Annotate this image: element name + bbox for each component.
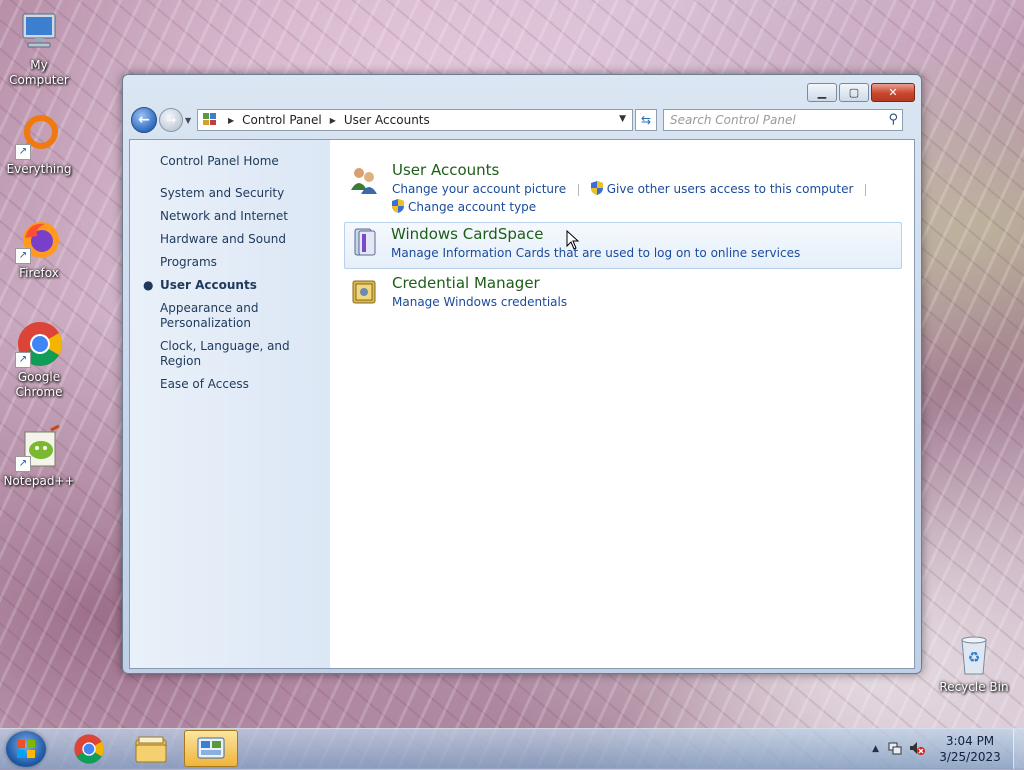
- item-title[interactable]: Credential Manager: [392, 273, 902, 293]
- category-system-and-security[interactable]: System and Security: [160, 186, 330, 201]
- divider: [865, 183, 867, 196]
- start-button[interactable]: [6, 731, 46, 767]
- recent-pages-dropdown[interactable]: ▼: [185, 116, 195, 125]
- refresh-button[interactable]: ⇆: [635, 109, 657, 131]
- category-network-and-internet[interactable]: Network and Internet: [160, 209, 330, 224]
- item-windows-cardspace[interactable]: Windows CardSpace Manage Information Car…: [344, 222, 902, 269]
- desktop-icon-recycle-bin[interactable]: ♻ Recycle Bin: [936, 630, 1012, 695]
- desktop-icon-label: My Computer: [9, 58, 69, 87]
- show-hidden-icons-icon[interactable]: ▲: [872, 744, 879, 754]
- folder-icon: [135, 736, 167, 762]
- control-panel-window: ▁ ▢ ✕ ← → ▼ ▶ Control Panel ▶ User Accou…: [122, 74, 922, 674]
- link-give-other-users-access[interactable]: Give other users access to this computer: [607, 182, 854, 196]
- category-programs[interactable]: Programs: [160, 255, 330, 270]
- computer-icon: [15, 8, 63, 56]
- control-panel-home-link[interactable]: Control Panel Home: [160, 154, 330, 168]
- back-button[interactable]: ←: [131, 107, 157, 133]
- everything-icon: ↗: [15, 112, 63, 160]
- content-area: Control Panel Home System and Security N…: [129, 139, 915, 669]
- link-change-account-type[interactable]: Change account type: [408, 200, 536, 214]
- chrome-icon: [74, 733, 104, 764]
- address-bar[interactable]: ▶ Control Panel ▶ User Accounts ▼: [197, 109, 633, 131]
- item-title[interactable]: User Accounts: [392, 160, 902, 180]
- back-arrow-icon: ←: [138, 112, 150, 128]
- clock-time: 3:04 PM: [945, 734, 995, 748]
- breadcrumb-separator-icon[interactable]: ▶: [228, 116, 234, 125]
- main-pane: User Accounts Change your account pictur…: [330, 140, 914, 668]
- notepadpp-icon: ↗: [15, 424, 63, 472]
- active-bullet-icon: ●: [143, 278, 154, 292]
- uac-shield-icon: [590, 181, 603, 195]
- desktop-icon-label: Notepad++: [3, 474, 75, 488]
- desktop-icon-my-computer[interactable]: My Computer: [1, 8, 77, 88]
- category-label: User Accounts: [160, 278, 257, 292]
- chrome-icon: ↗: [15, 320, 63, 368]
- left-navigation-pane: Control Panel Home System and Security N…: [130, 140, 330, 668]
- mouse-cursor-icon: [566, 229, 580, 250]
- search-icon[interactable]: ⚲: [888, 112, 898, 127]
- shortcut-arrow-icon: ↗: [15, 248, 31, 264]
- desktop-icon-label: Everything: [6, 162, 72, 176]
- desktop-icon-label: Recycle Bin: [939, 680, 1009, 694]
- link-change-account-picture[interactable]: Change your account picture: [392, 182, 566, 196]
- control-panel-icon: [202, 111, 218, 130]
- user-accounts-icon: [348, 164, 380, 196]
- desktop-icon-everything[interactable]: ↗ Everything: [1, 112, 77, 177]
- network-icon[interactable]: [887, 740, 903, 759]
- windows-logo-icon: [17, 740, 35, 758]
- maximize-icon: ▢: [848, 86, 860, 99]
- desktop-icon-label: Firefox: [19, 266, 59, 280]
- breadcrumb-user-accounts[interactable]: User Accounts: [344, 113, 430, 127]
- shortcut-arrow-icon: ↗: [15, 144, 31, 160]
- cardspace-icon: [349, 226, 381, 258]
- firefox-icon: ↗: [15, 216, 63, 264]
- divider: [577, 183, 579, 196]
- show-desktop-button[interactable]: [1013, 729, 1024, 769]
- search-input[interactable]: [670, 113, 870, 127]
- desktop-icon-notepad-plus-plus[interactable]: ↗ Notepad++: [1, 424, 77, 489]
- item-title[interactable]: Windows CardSpace: [391, 224, 897, 244]
- clock[interactable]: 3:04 PM 3/25/2023: [933, 733, 1007, 765]
- shortcut-arrow-icon: ↗: [15, 456, 31, 472]
- taskbar-explorer-button[interactable]: [124, 730, 178, 767]
- forward-arrow-icon: →: [165, 113, 177, 127]
- recycle-bin-icon: ♻: [950, 630, 998, 678]
- search-box[interactable]: ⚲: [663, 109, 903, 131]
- address-dropdown-icon[interactable]: ▼: [619, 114, 626, 124]
- category-user-accounts[interactable]: ● User Accounts: [143, 278, 330, 293]
- clock-date: 3/25/2023: [939, 750, 1001, 764]
- link-manage-windows-credentials[interactable]: Manage Windows credentials: [392, 295, 567, 309]
- category-appearance-and-personalization[interactable]: Appearance and Personalization: [160, 301, 290, 331]
- desktop-icon-google-chrome[interactable]: ↗ Google Chrome: [1, 320, 77, 400]
- taskbar-control-panel-button[interactable]: [184, 730, 238, 767]
- taskbar-chrome-button[interactable]: [62, 730, 116, 767]
- forward-button[interactable]: →: [159, 108, 183, 132]
- refresh-icon: ⇆: [640, 113, 652, 127]
- link-manage-information-cards[interactable]: Manage Information Cards that are used t…: [391, 246, 800, 260]
- category-clock-language-and-region[interactable]: Clock, Language, and Region: [160, 339, 330, 369]
- minimize-icon: ▁: [817, 86, 827, 99]
- minimize-button[interactable]: ▁: [807, 83, 837, 102]
- taskbar: ▲ 3:04 PM 3/25/2023: [0, 728, 1024, 769]
- control-panel-icon: [197, 737, 225, 758]
- shortcut-arrow-icon: ↗: [15, 352, 31, 368]
- desktop-icon-firefox[interactable]: ↗ Firefox: [1, 216, 77, 281]
- uac-shield-icon: [392, 199, 404, 213]
- desktop-icon-label: Google Chrome: [15, 370, 63, 399]
- navigation-bar: ← → ▼ ▶ Control Panel ▶ User Accounts ▼ …: [131, 107, 913, 133]
- category-hardware-and-sound[interactable]: Hardware and Sound: [160, 232, 330, 247]
- system-tray: ▲ 3:04 PM 3/25/2023: [872, 729, 1024, 769]
- caption-buttons: ▁ ▢ ✕: [807, 83, 915, 102]
- category-ease-of-access[interactable]: Ease of Access: [160, 377, 330, 392]
- maximize-button[interactable]: ▢: [839, 83, 869, 102]
- credential-manager-icon: [348, 275, 380, 307]
- close-icon: ✕: [888, 86, 898, 99]
- breadcrumb-separator-icon[interactable]: ▶: [330, 116, 336, 125]
- breadcrumb-control-panel[interactable]: Control Panel: [242, 113, 322, 127]
- item-credential-manager: Credential Manager Manage Windows creden…: [344, 271, 906, 315]
- close-button[interactable]: ✕: [871, 83, 915, 102]
- volume-muted-icon[interactable]: [909, 740, 925, 759]
- item-user-accounts: User Accounts Change your account pictur…: [344, 158, 906, 220]
- svg-text:♻: ♻: [968, 650, 981, 666]
